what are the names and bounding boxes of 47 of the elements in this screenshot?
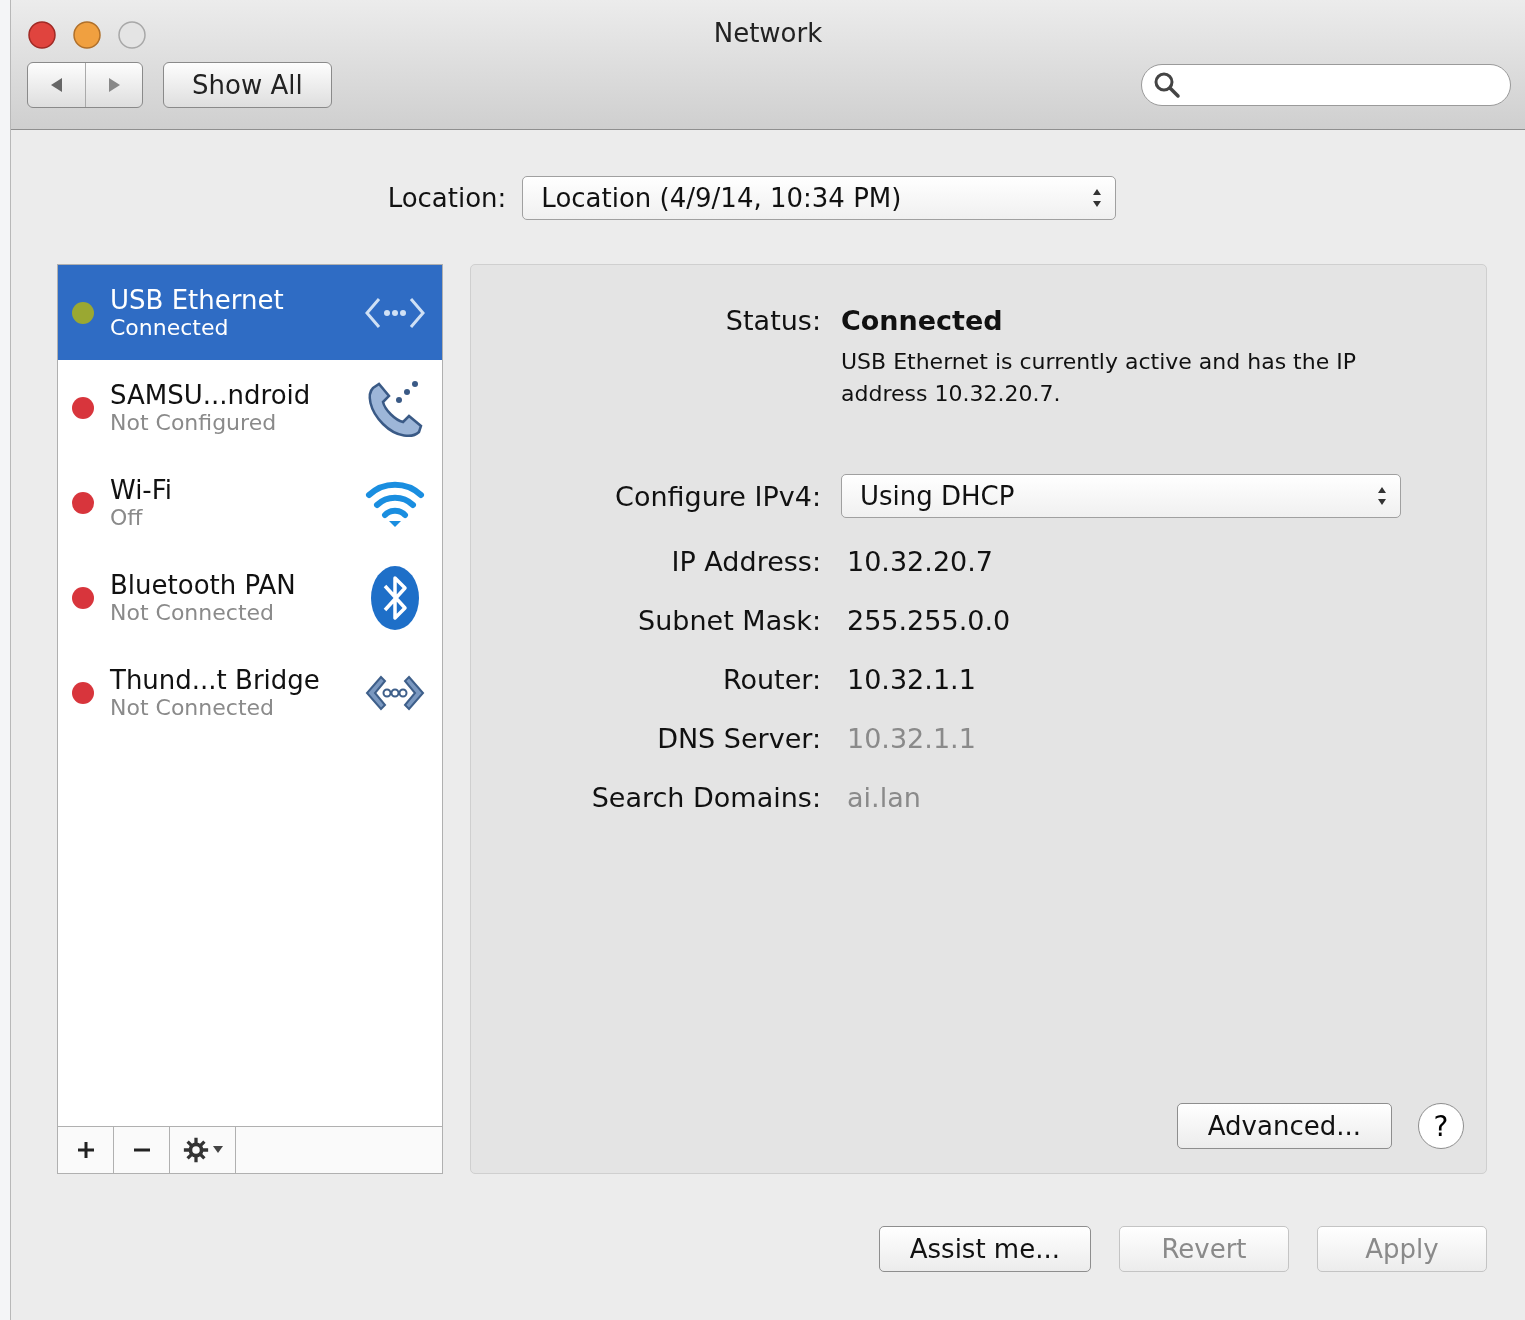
field-label: Subnet Mask: [637, 605, 821, 636]
service-item[interactable]: Thund...t Bridge Not Connected [58, 645, 442, 740]
service-name: Thund...t Bridge [110, 665, 321, 695]
field-value: ai.lan [846, 782, 922, 813]
field-value: 10.32.1.1 [846, 664, 977, 695]
service-item[interactable]: Bluetooth PAN Not Connected [58, 550, 442, 645]
status-label: Status: [724, 305, 821, 336]
search-icon [1152, 70, 1182, 100]
service-item[interactable]: USB Ethernet Connected [58, 265, 442, 360]
search-field[interactable] [1141, 64, 1511, 106]
configure-popup[interactable]: Using DHCP [841, 474, 1401, 518]
field-label: Search Domains: [590, 782, 821, 813]
field-value: 255.255.0.0 [846, 605, 1012, 636]
location-label: Location: [387, 183, 507, 213]
advanced-button[interactable]: Advanced... [1176, 1103, 1392, 1149]
service-item[interactable]: SAMSU...ndroid Not Configured [58, 360, 442, 455]
status-description: USB Ethernet is currently active and has the IP address 10.32.20.7. [841, 348, 1357, 408]
service-status: Connected [110, 315, 230, 340]
location-popup[interactable]: Location (4/9/14, 10:34 PM) [522, 176, 1117, 220]
field-value: 10.32.1.1 [846, 723, 977, 754]
zoom-button[interactable] [117, 20, 147, 50]
service-status: Not Connected [110, 600, 275, 625]
field-label: Router: [721, 664, 821, 695]
footer-button[interactable]: Assist me... [878, 1226, 1091, 1272]
gear-icon [181, 1136, 210, 1164]
caret-icon [211, 1145, 224, 1155]
minus-icon [131, 1148, 152, 1152]
service-name: SAMSU...ndroid [110, 380, 312, 410]
service-name: Bluetooth PAN [110, 570, 297, 600]
show-all-button[interactable]: Show All [163, 62, 332, 108]
service-status: Not Connected [110, 695, 275, 720]
window-title: Network [713, 18, 823, 48]
status-value: Connected [841, 305, 1004, 336]
service-status: Off [110, 505, 144, 530]
field-value: 10.32.20.7 [846, 546, 994, 577]
help-button[interactable]: ? [1418, 1103, 1464, 1149]
field-label: IP Address: [670, 546, 821, 577]
field-label: Configure IPv4: [614, 480, 821, 512]
service-name: Wi-Fi [110, 475, 174, 505]
field-label: DNS Server: [656, 723, 821, 754]
service-status: Not Configured [110, 410, 278, 435]
minimize-button[interactable] [72, 20, 102, 50]
bluetooth-icon [369, 563, 421, 632]
service-name: USB Ethernet [110, 285, 285, 315]
service-item[interactable]: Wi-Fi Off [58, 455, 442, 550]
close-button[interactable] [27, 20, 57, 50]
plus-icon [75, 1140, 96, 1160]
